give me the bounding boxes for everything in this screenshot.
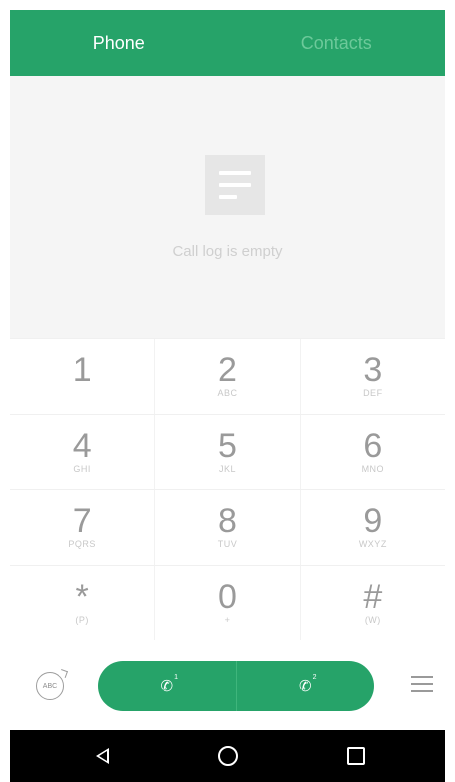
key-8[interactable]: 8 TUV	[154, 490, 299, 565]
key-digit: 1	[72, 351, 92, 390]
sim1-badge: 1	[174, 674, 179, 681]
key-digit: 6	[363, 426, 383, 465]
empty-log-message: Call log is empty	[172, 243, 283, 260]
key-digit: 8	[218, 502, 237, 541]
dialpad-row: * (P) 0 + # (W)	[10, 564, 445, 641]
call-log-panel: Call log is empty	[10, 76, 445, 338]
key-digit: 7	[72, 502, 92, 541]
call-sim1-button[interactable]: ✆ 1	[98, 661, 236, 711]
key-digit: 2	[218, 351, 237, 390]
key-letters: PQRS	[68, 539, 96, 550]
key-2[interactable]: 2 ABC	[154, 339, 299, 414]
key-4[interactable]: 4 GHI	[10, 415, 154, 490]
call-button-group: ✆ 1 ✆ 2	[98, 661, 374, 711]
key-3[interactable]: 3 DEF	[299, 339, 445, 414]
sim2-badge: 2	[312, 674, 317, 681]
menu-icon[interactable]	[411, 676, 433, 692]
phone-sim2-icon: ✆ 2	[298, 674, 317, 695]
key-digit: 5	[218, 426, 237, 465]
key-letters: WXYZ	[358, 539, 387, 550]
dialpad-row: 7 PQRS 8 TUV 9 WXYZ	[10, 489, 445, 565]
key-5[interactable]: 5 JKL	[154, 414, 299, 489]
key-0[interactable]: 0 +	[154, 565, 299, 640]
empty-log-icon	[205, 155, 265, 215]
tab-bar: Phone Contacts	[10, 10, 445, 76]
key-letters: (P)	[75, 614, 89, 625]
key-letters: +	[224, 614, 231, 625]
recents-icon[interactable]	[347, 747, 365, 765]
key-letters: GHI	[73, 463, 91, 474]
tab-contacts[interactable]: Contacts	[228, 10, 446, 76]
key-digit: 4	[72, 426, 92, 465]
call-sim2-button[interactable]: ✆ 2	[235, 661, 375, 711]
key-letters: MNO	[361, 463, 385, 474]
key-letters: ABC	[217, 388, 238, 399]
system-nav-bar	[10, 730, 445, 782]
back-icon[interactable]	[96, 748, 109, 764]
dialer-action-bar: ABC ✆ 1 ✆ 2	[10, 640, 445, 730]
key-6[interactable]: 6 MNO	[299, 414, 445, 489]
key-letters: JKL	[218, 463, 236, 474]
key-digit: #	[363, 577, 383, 616]
key-digit: 3	[363, 351, 383, 390]
key-letters: (W)	[364, 614, 381, 625]
tab-phone[interactable]: Phone	[10, 10, 228, 76]
abc-label: ABC	[42, 682, 58, 690]
abc-toggle-icon[interactable]: ABC	[36, 672, 64, 700]
dialpad-row: 4 GHI 5 JKL 6 MNO	[10, 413, 445, 490]
key-digit: 0	[218, 577, 237, 616]
key-1[interactable]: 1	[10, 339, 154, 414]
home-icon[interactable]	[218, 746, 238, 766]
key-letters: TUV	[217, 539, 238, 550]
dialpad: 1 2 ABC 3 DEF 4 GHI 5 JKL 6 MNO 7 PQRS 8…	[10, 338, 445, 640]
key-letters: DEF	[363, 388, 383, 399]
dialpad-row: 1 2 ABC 3 DEF	[10, 338, 445, 414]
key-9[interactable]: 9 WXYZ	[299, 490, 445, 565]
key-hash[interactable]: # (W)	[299, 565, 445, 640]
key-star[interactable]: * (P)	[10, 566, 154, 641]
phone-sim1-icon: ✆ 1	[160, 674, 179, 695]
key-digit: *	[75, 577, 89, 616]
key-7[interactable]: 7 PQRS	[10, 490, 154, 565]
key-digit: 9	[363, 502, 383, 541]
